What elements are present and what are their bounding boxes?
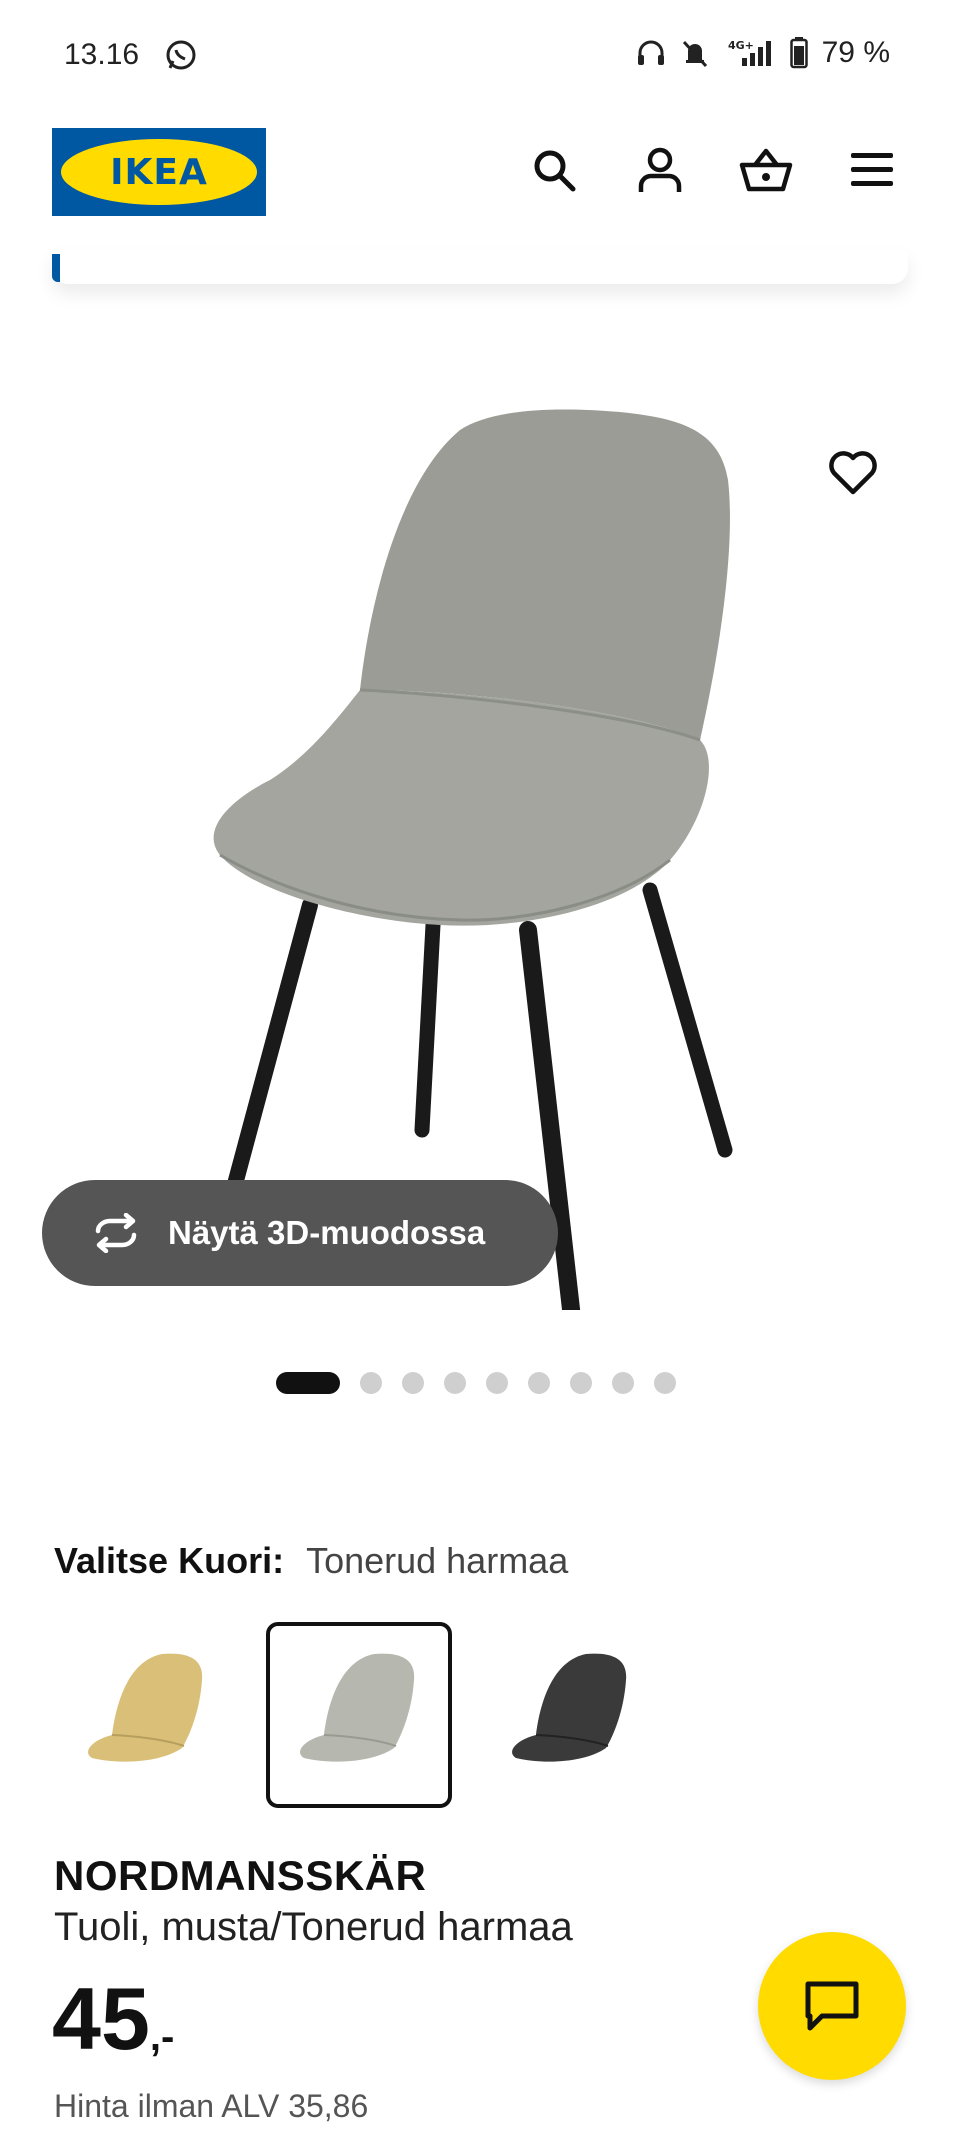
logo-text: IKEA	[110, 151, 208, 193]
swatch-black[interactable]	[478, 1622, 664, 1808]
menu-icon	[851, 153, 893, 186]
search-bar-accent	[52, 254, 60, 282]
variant-swatches	[54, 1622, 690, 1808]
battery-icon	[789, 37, 808, 69]
pager-dot[interactable]	[486, 1372, 508, 1394]
shell-black-image	[512, 1653, 627, 1762]
pager-dot[interactable]	[276, 1372, 340, 1394]
chat-icon	[805, 1981, 859, 2031]
pager-dot[interactable]	[360, 1372, 382, 1394]
status-bar: 13.16 4G+ 79 %	[0, 0, 960, 110]
favorite-button[interactable]	[820, 440, 886, 506]
product-image	[212, 409, 733, 1310]
account-icon	[638, 147, 682, 192]
price-value: 45	[52, 1969, 150, 2068]
menu-button[interactable]	[842, 140, 902, 200]
product-gallery[interactable]: Näytä 3D-muodossa	[0, 320, 960, 1330]
product-price: 45 ,-	[52, 1975, 174, 2063]
pager-dot[interactable]	[570, 1372, 592, 1394]
view-3d-button[interactable]: Näytä 3D-muodossa	[42, 1180, 558, 1286]
heart-icon	[829, 451, 877, 495]
product-description: Tuoli, musta/Tonerud harmaa	[54, 1905, 573, 1949]
variant-label: Valitse Kuori: Tonerud harmaa	[54, 1540, 568, 1582]
variant-title: Valitse Kuori:	[54, 1540, 285, 1581]
signal-icon: 4G+	[728, 39, 771, 66]
logo-ellipse: IKEA	[61, 139, 257, 205]
search-bar-edge	[52, 250, 908, 284]
price-suffix: ,-	[149, 2015, 175, 2059]
search-icon	[534, 150, 576, 192]
ikea-logo[interactable]: IKEA	[52, 128, 266, 216]
shell-yellow-image	[88, 1653, 203, 1762]
pager-dot[interactable]	[612, 1372, 634, 1394]
swatch-yellow[interactable]	[54, 1622, 240, 1808]
account-button[interactable]	[630, 140, 690, 200]
whatsapp-icon	[166, 40, 196, 70]
header-actions	[524, 140, 902, 200]
search-button[interactable]	[524, 140, 584, 200]
swatch-gray[interactable]	[266, 1622, 452, 1808]
status-time: 13.16	[64, 38, 140, 71]
status-icons: 4G+ 79 %	[636, 36, 890, 70]
shell-gray-image	[300, 1653, 415, 1762]
rotate-3d-icon	[95, 1213, 137, 1253]
mute-icon	[682, 40, 707, 68]
battery-percent: 79 %	[821, 36, 890, 69]
view-3d-label: Näytä 3D-muodossa	[168, 1214, 486, 1251]
cart-button[interactable]	[736, 140, 796, 200]
site-header: IKEA	[0, 110, 960, 240]
svg-text:4G+: 4G+	[728, 39, 754, 52]
pager-dot[interactable]	[444, 1372, 466, 1394]
pager-dot[interactable]	[528, 1372, 550, 1394]
cart-icon	[739, 148, 793, 192]
chat-button[interactable]	[758, 1932, 906, 2080]
pager-dot[interactable]	[654, 1372, 676, 1394]
headphones-icon	[637, 40, 664, 65]
pager-dot[interactable]	[402, 1372, 424, 1394]
price-ex-vat: Hinta ilman ALV 35,86	[54, 2088, 369, 2124]
gallery-pager	[276, 1372, 676, 1394]
variant-selected-value: Tonerud harmaa	[306, 1540, 569, 1581]
product-name: NORDMANSSKÄR	[54, 1852, 427, 1899]
